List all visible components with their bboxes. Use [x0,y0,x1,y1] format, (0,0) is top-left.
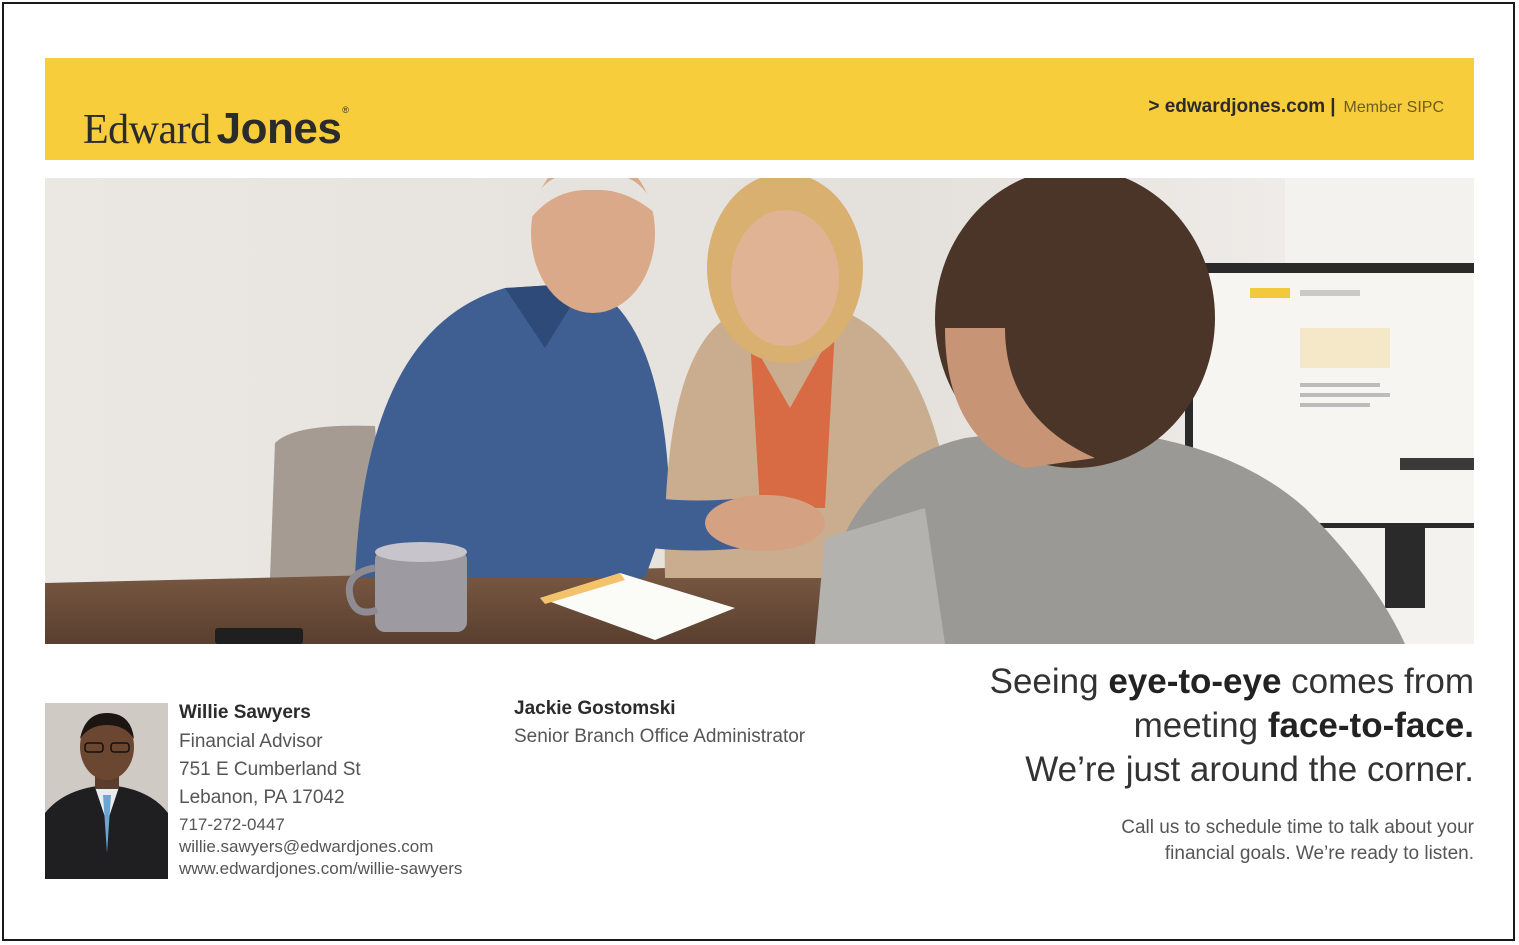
headline-line1: Seeing eye-to-eye comes from [990,660,1474,704]
logo-jones-text: Jones [216,104,342,153]
admin-contact: Jackie Gostomski Senior Branch Office Ad… [514,698,805,748]
admin-name: Jackie Gostomski [514,698,676,719]
website-link[interactable]: > edwardjones.com [1148,96,1325,117]
advisor-email[interactable]: willie.sawyers@edwardjones.com [179,836,462,858]
subtext-line1: Call us to schedule time to talk about y… [1121,817,1474,838]
banner-links: > edwardjones.com | Member SIPC [1148,96,1444,118]
advisor-address-line2: Lebanon, PA 17042 [179,787,345,808]
headline-emphasis: eye-to-eye [1108,662,1282,701]
header-banner: Edward Jones® > edwardjones.com | Member SI… [45,58,1474,160]
subtext: Call us to schedule time to talk about y… [1121,815,1474,867]
logo-edward-text: Edward [83,107,211,153]
headline-line2: meeting face-to-face. [990,704,1474,748]
member-sipc-text: Member SIPC [1343,99,1444,116]
advisor-headshot [45,703,168,879]
headline-text: Seeing [989,662,1109,701]
admin-title: Senior Branch Office Administrator [514,726,806,747]
headline-line3: We’re just around the corner. [1025,750,1474,789]
headline-text: meeting [1133,706,1268,745]
banner-separator: | [1330,96,1336,117]
advisor-address-line1: 751 E Cumberland St [179,759,361,780]
edward-jones-logo: Edward Jones® [83,84,349,153]
headline: Seeing eye-to-eye comes from meeting fac… [990,660,1474,792]
advisor-phone[interactable]: 717-272-0447 [179,814,462,836]
advisor-web-link[interactable]: www.edwardjones.com/willie-sawyers [179,858,462,880]
logo-registered-mark: ® [342,105,349,115]
subtext-line2: financial goals. We’re ready to listen. [1164,843,1474,864]
hero-photo [45,178,1474,644]
advisor-title: Financial Advisor [179,731,323,752]
advisor-contact: Willie Sawyers Financial Advisor 751 E C… [179,702,462,880]
hero-illustration [45,178,1474,644]
advisor-portrait-image [45,703,168,879]
advisor-name: Willie Sawyers [179,702,311,723]
headline-emphasis: face-to-face. [1267,706,1474,745]
headline-text: comes from [1281,662,1474,701]
